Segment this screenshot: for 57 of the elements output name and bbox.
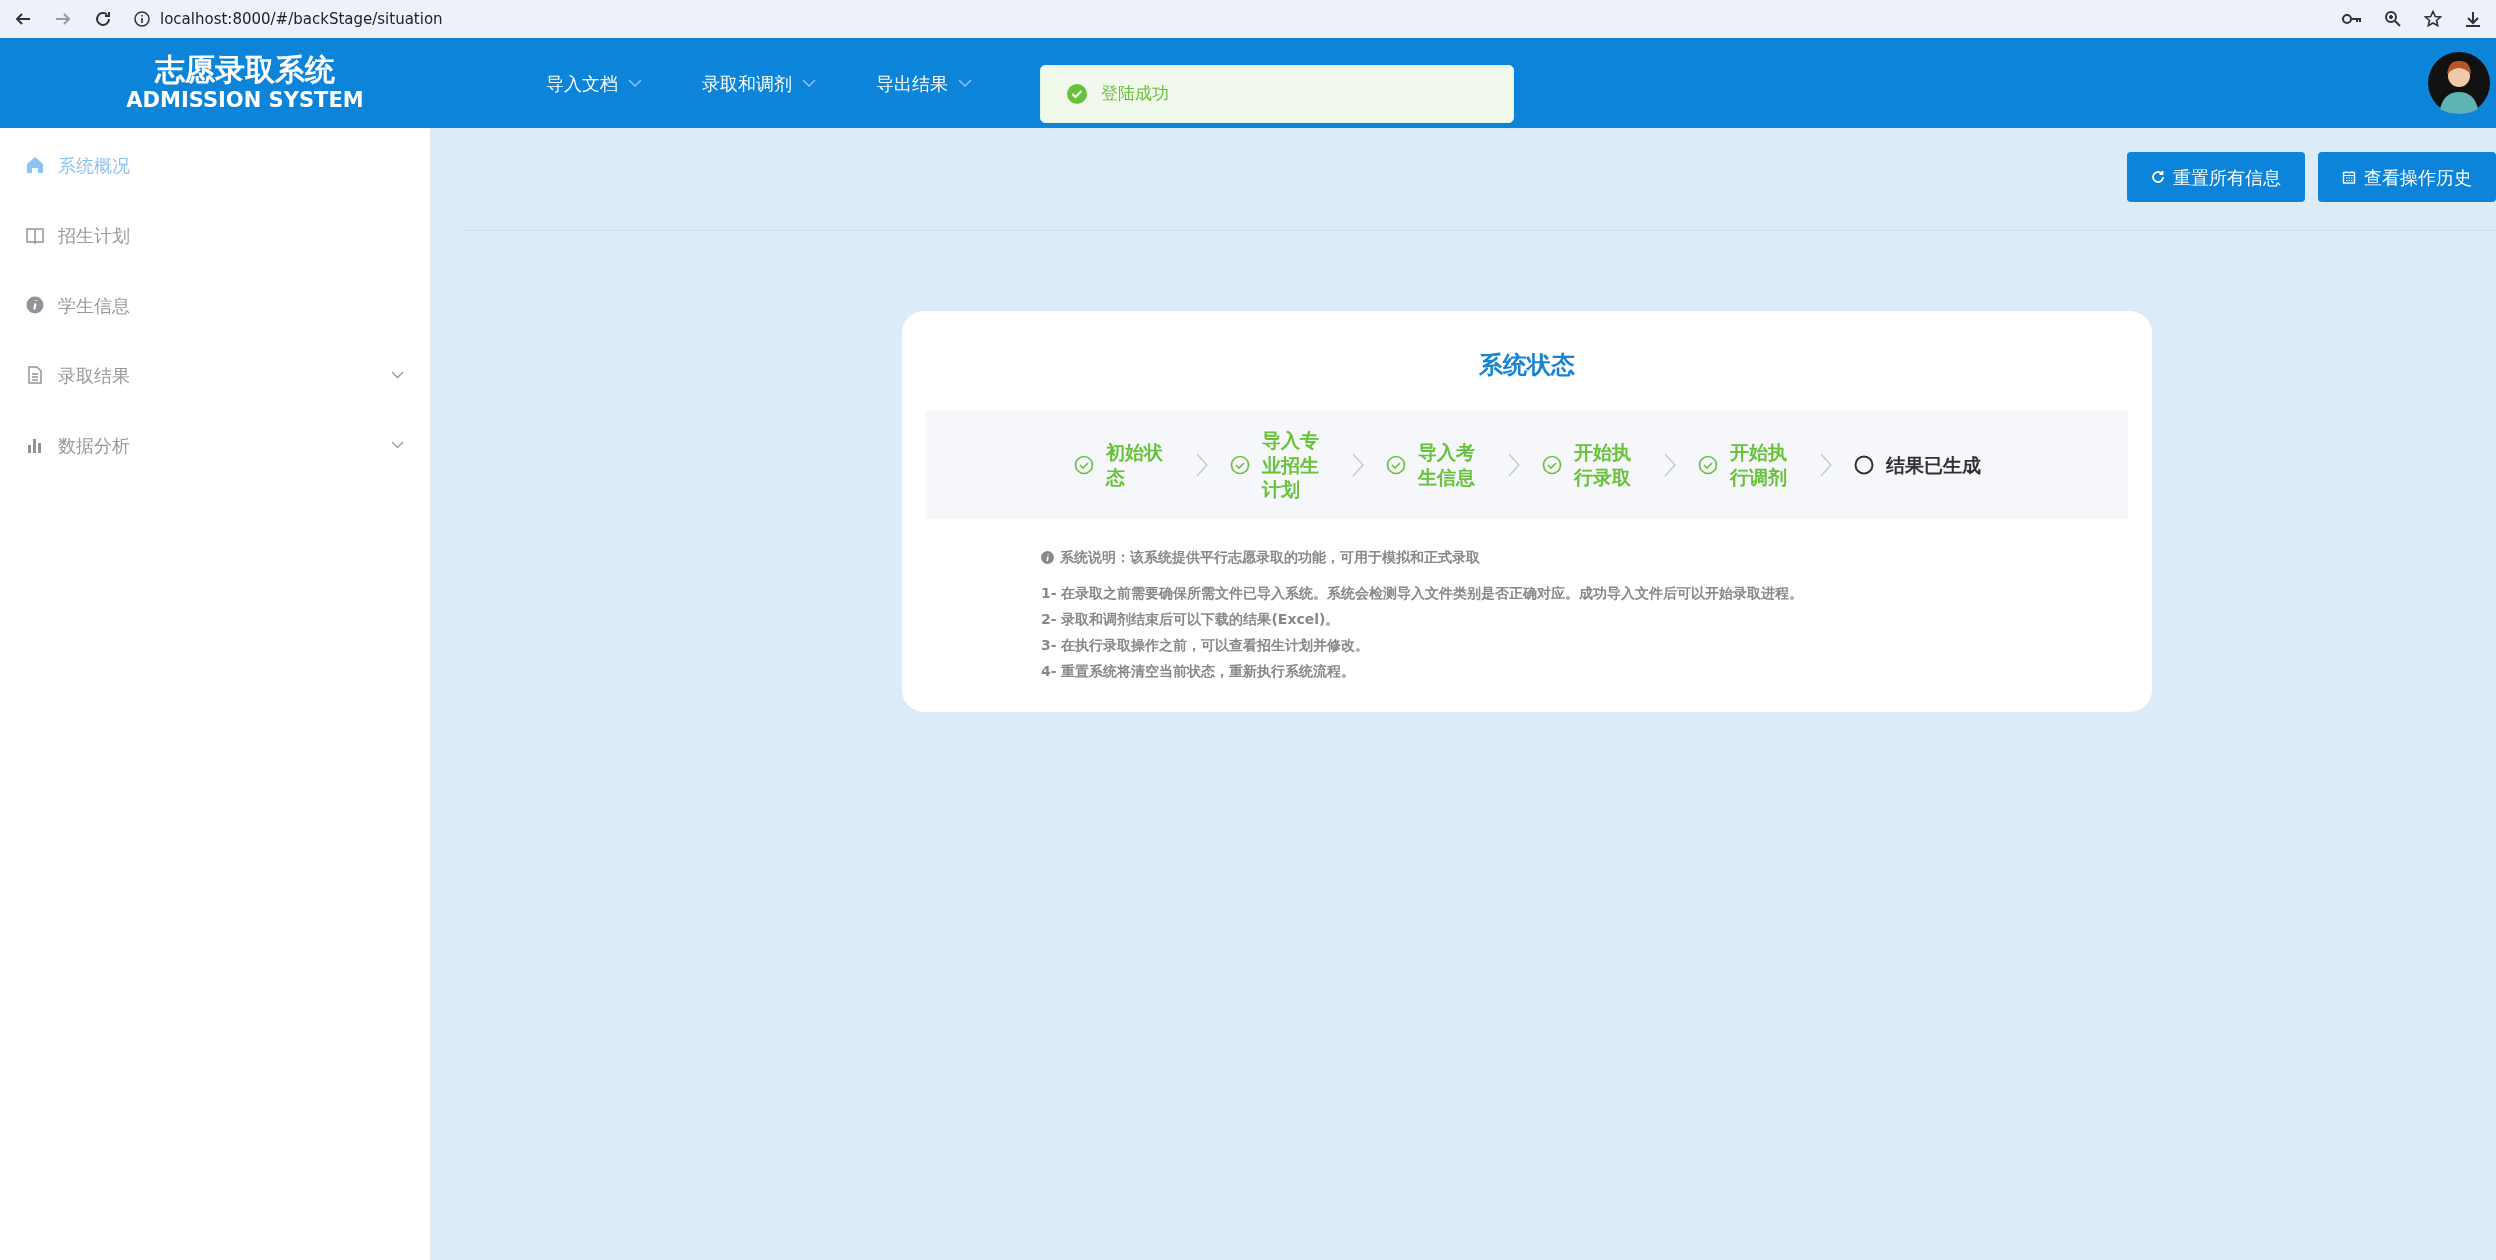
check-circle-icon: [1697, 455, 1718, 475]
sidebar-item[interactable]: 学生信息: [0, 270, 430, 340]
instruction-line: 4- 重置系统将清空当前状态，重新执行系统流程。: [1041, 661, 1357, 681]
menu-item[interactable]: 录取和调剂: [702, 65, 816, 101]
card-title: 系统状态: [1478, 350, 1576, 381]
document-icon: [26, 366, 44, 384]
step-item: 导入专业招生计划: [1229, 427, 1330, 503]
info-icon: [134, 11, 150, 27]
step-separator-icon: [1351, 453, 1364, 477]
key-icon[interactable]: [2342, 11, 2362, 27]
chevron-down-icon: [802, 78, 816, 88]
chevron-down-icon: [391, 441, 404, 449]
menu-item[interactable]: 导出结果: [876, 65, 972, 101]
check-circle-icon: [1385, 455, 1406, 475]
circle-icon: [1853, 455, 1874, 475]
menu-item[interactable]: 导入文档: [546, 65, 642, 101]
check-circle-icon: [1229, 455, 1250, 475]
description-text: 系统说明：该系统提供平行志愿录取的功能，可用于模拟和正式录取: [1060, 548, 1480, 567]
chevron-down-icon: [391, 371, 404, 379]
step-separator-icon: [1663, 453, 1676, 477]
zoom-icon[interactable]: [2384, 10, 2402, 28]
sidebar-item[interactable]: 数据分析: [0, 410, 430, 480]
step-item: 开始执行录取: [1541, 440, 1642, 490]
instruction-line: 3- 在执行录取操作之前，可以查看招生计划并修改。: [1041, 635, 1371, 655]
bar-chart-icon: [26, 436, 44, 454]
toast-message: 登陆成功: [1101, 82, 1169, 106]
check-circle-icon: [1067, 84, 1087, 104]
avatar-icon[interactable]: [2428, 52, 2490, 114]
star-icon[interactable]: [2424, 10, 2442, 28]
app-title: 志愿录取系统: [155, 52, 335, 89]
download-icon[interactable]: [2464, 10, 2482, 28]
check-circle-icon: [1073, 455, 1094, 475]
refresh-icon: [2151, 170, 2165, 184]
app-subtitle: ADMISSION SYSTEM: [126, 88, 364, 114]
info-icon: [26, 296, 44, 314]
history-button[interactable]: 查看操作历史: [2318, 152, 2496, 202]
reset-button[interactable]: 重置所有信息: [2127, 152, 2305, 202]
step-item: 导入考生信息: [1385, 440, 1486, 490]
reload-icon[interactable]: [94, 10, 112, 28]
home-icon: [26, 156, 44, 174]
chevron-down-icon: [628, 78, 642, 88]
step-item: 初始状态: [1073, 440, 1174, 490]
check-circle-icon: [1541, 455, 1562, 475]
url-text[interactable]: localhost:8000/#/backStage/situation: [160, 7, 443, 31]
step-separator-icon: [1507, 453, 1520, 477]
info-icon: [1041, 551, 1054, 565]
step-item: 开始执行调剂: [1697, 440, 1798, 490]
sidebar-item[interactable]: 招生计划: [0, 200, 430, 270]
step-separator-icon: [1195, 453, 1208, 477]
instruction-line: 1- 在录取之前需要确保所需文件已导入系统。系统会检测导入文件类别是否正确对应。成功导入文件后可以开始录取进程。: [1041, 583, 1805, 603]
book-icon: [26, 226, 44, 244]
step-separator-icon: [1819, 453, 1832, 477]
calendar-icon: [2342, 170, 2356, 184]
step-item: 结果已生成: [1853, 452, 1981, 478]
instruction-line: 2- 录取和调剂结束后可以下载的结果(Excel)。: [1041, 609, 1341, 629]
sidebar-item[interactable]: 录取结果: [0, 340, 430, 410]
chevron-down-icon: [958, 78, 972, 88]
